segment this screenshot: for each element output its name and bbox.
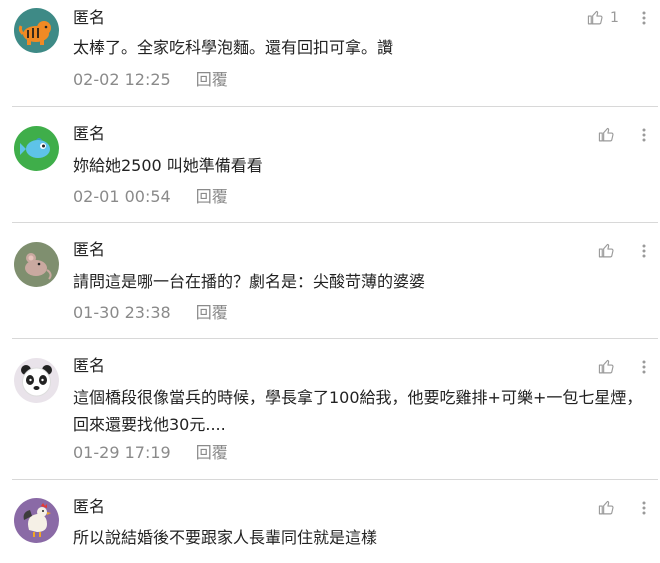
tiger-icon xyxy=(18,21,51,45)
comment-text: 太棒了。全家吃科學泡麵。還有回扣可拿。讚 xyxy=(73,38,394,57)
fish-icon xyxy=(20,138,50,158)
comment-item: 匿名 請問這是哪一台在播的？劇名是：尖酸苛薄的婆婆 01-30 23:38 回覆 xyxy=(0,232,660,339)
comment-author: 匿名 xyxy=(73,124,106,143)
like-count: 1 xyxy=(610,9,619,26)
like-button[interactable] xyxy=(598,358,615,375)
reply-button[interactable]: 回覆 xyxy=(196,303,228,322)
comment-author: 匿名 xyxy=(73,8,106,27)
thumbs-up-icon xyxy=(598,243,614,258)
avatar[interactable] xyxy=(14,8,59,53)
comment-text: 所以說結婚後不要跟家人長輩同住就是這樣 xyxy=(73,528,378,547)
comment-time: 01-30 23:38 xyxy=(73,303,171,322)
like-button[interactable] xyxy=(598,242,615,259)
avatar[interactable] xyxy=(14,242,59,287)
comment-meta: 01-30 23:38 回覆 xyxy=(73,303,228,323)
avatar[interactable] xyxy=(14,126,59,171)
divider xyxy=(12,479,658,480)
rat-icon xyxy=(25,253,52,280)
like-button[interactable]: 1 xyxy=(587,9,619,26)
thumbs-up-icon xyxy=(598,127,614,142)
avatar[interactable] xyxy=(14,498,59,543)
comment-meta: 02-01 00:54 回覆 xyxy=(73,187,228,207)
avatar[interactable] xyxy=(14,358,59,403)
comment-author: 匿名 xyxy=(73,356,106,375)
comment-item: 匿名 這個橋段很像當兵的時候，學長拿了100給我，他要吃雞排+可樂+一包七星煙，… xyxy=(0,348,660,480)
like-button[interactable] xyxy=(598,499,615,516)
thumbs-up-icon xyxy=(598,500,614,515)
comment-time: 02-01 00:54 xyxy=(73,187,171,206)
reply-button[interactable]: 回覆 xyxy=(196,187,228,206)
more-options-icon[interactable] xyxy=(640,359,648,375)
comment-time: 01-29 17:19 xyxy=(73,443,171,462)
comment-author: 匿名 xyxy=(73,240,106,259)
comment-meta: 01-29 17:19 回覆 xyxy=(73,443,228,463)
panda-icon xyxy=(21,365,52,397)
comment-text: 這個橋段很像當兵的時候，學長拿了100給我，他要吃雞排+可樂+一包七星煙，回來還… xyxy=(73,388,643,434)
divider xyxy=(12,338,658,339)
divider xyxy=(12,106,658,107)
comment-author: 匿名 xyxy=(73,497,106,516)
more-options-icon[interactable] xyxy=(640,10,648,26)
divider xyxy=(12,222,658,223)
comment-text: 妳給她2500 叫她準備看看 xyxy=(73,156,263,175)
comment-item: 匿名 妳給她2500 叫她準備看看 02-01 00:54 回覆 xyxy=(0,116,660,223)
comment-item: 匿名 太棒了。全家吃科學泡麵。還有回扣可拿。讚 02-02 12:25 回覆 1 xyxy=(0,0,660,107)
reply-button[interactable]: 回覆 xyxy=(196,70,228,89)
more-options-icon[interactable] xyxy=(640,243,648,259)
thumbs-up-icon xyxy=(598,359,614,374)
thumbs-up-icon xyxy=(587,10,603,25)
more-options-icon[interactable] xyxy=(640,500,648,516)
comment-time: 02-02 12:25 xyxy=(73,70,171,89)
like-button[interactable] xyxy=(598,126,615,143)
comment-meta: 02-02 12:25 回覆 xyxy=(73,70,228,90)
reply-button[interactable]: 回覆 xyxy=(196,443,228,462)
comment-item: 匿名 所以說結婚後不要跟家人長輩同住就是這樣 xyxy=(0,489,660,563)
more-options-icon[interactable] xyxy=(640,127,648,143)
comment-text: 請問這是哪一台在播的？劇名是：尖酸苛薄的婆婆 xyxy=(73,272,426,291)
rooster-icon xyxy=(23,503,51,537)
